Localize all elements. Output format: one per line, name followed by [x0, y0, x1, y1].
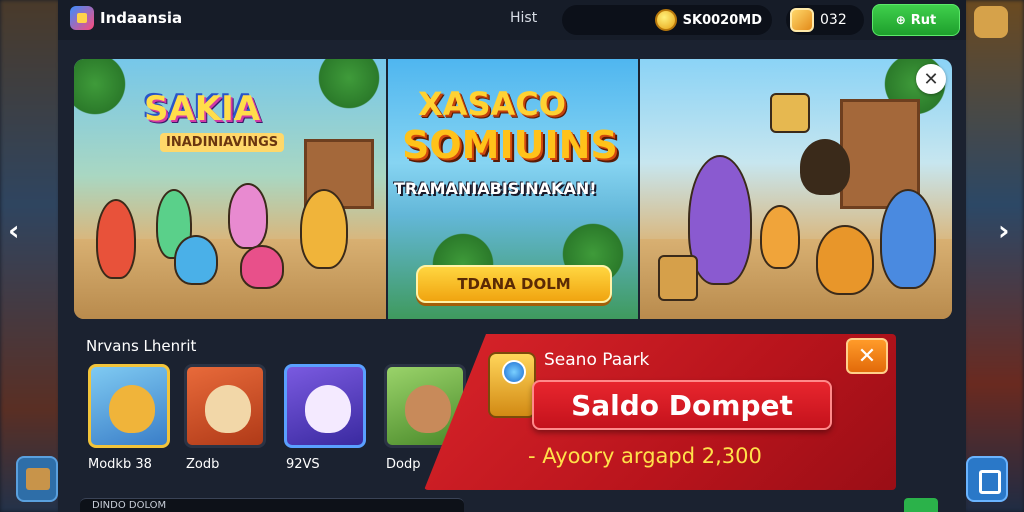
game-thumbnail — [205, 385, 251, 433]
side-clipboard-button[interactable] — [966, 456, 1008, 502]
popup-subtitle: - Ayoory argapd 2,300 — [528, 444, 762, 468]
trophy-icon — [488, 352, 536, 418]
coin-balance[interactable]: SK0020MD — [562, 5, 772, 35]
character — [760, 205, 800, 269]
bottom-bar-text: DINDO DOLOM — [92, 500, 167, 511]
wing-decoration — [592, 65, 632, 125]
popup-close-icon[interactable]: ✕ — [846, 338, 888, 374]
game-label: Modkb 38 — [88, 457, 152, 472]
brand-title: Indaansia — [100, 9, 183, 27]
popup-heading: Seano Paark — [544, 350, 650, 370]
game-thumbnail — [109, 385, 155, 433]
game-tile[interactable] — [88, 364, 170, 448]
popup-title[interactable]: Saldo Dompet — [532, 380, 832, 430]
topup-label: Rut — [910, 12, 937, 28]
palm-decoration — [74, 59, 130, 119]
banner-close-icon[interactable]: ✕ — [916, 64, 946, 94]
game-label: Dodp — [386, 457, 421, 472]
treasure-chest — [770, 93, 810, 133]
palm-decoration — [314, 59, 384, 113]
character — [96, 199, 136, 279]
history-link[interactable]: Hist — [510, 10, 537, 26]
bottom-bar[interactable]: DINDO DOLOM — [80, 498, 464, 512]
side-chest-button[interactable] — [16, 456, 58, 502]
panel1-subtitle: INADINIAVINGS — [160, 133, 285, 152]
treasure-chest — [658, 255, 698, 301]
character — [228, 183, 268, 249]
game-label: 92VS — [286, 457, 320, 472]
banner-panel-adventure[interactable] — [640, 59, 952, 319]
banner-panel-xasaco[interactable]: XASACO SOMIUINS TRAMANIABISINAKAN! TDANA… — [388, 59, 638, 319]
character — [880, 189, 936, 289]
panel2-title-top: XASACO — [418, 85, 566, 123]
character — [174, 235, 218, 285]
chevron-right-icon[interactable]: › — [998, 214, 1010, 247]
promo-banner[interactable]: SAKIA INADINIAVINGS XASACO SOMIUINS TRAM… — [74, 59, 952, 319]
game-label: Zodb — [186, 457, 220, 472]
banner-play-button[interactable]: TDANA DOLM — [416, 265, 612, 303]
gem-value: 032 — [820, 12, 847, 28]
background-right — [964, 0, 1024, 512]
brand-logo-icon — [70, 6, 94, 30]
character — [240, 245, 284, 289]
menu-icon[interactable] — [974, 6, 1008, 38]
panel2-title-main: SOMIUINS — [402, 123, 618, 167]
game-tile[interactable] — [184, 364, 266, 448]
brand[interactable]: Indaansia — [70, 6, 182, 30]
game-thumbnail — [305, 385, 351, 433]
chevron-left-icon[interactable]: ‹ — [8, 214, 20, 247]
coin-value: SK0020MD — [682, 12, 762, 28]
background-left — [0, 0, 60, 512]
header: Indaansia Hist SK0020MD 032 ⊕ Rut — [58, 0, 966, 40]
character — [816, 225, 874, 295]
banner-panel-sakia[interactable]: SAKIA INADINIAVINGS — [74, 59, 386, 319]
coin-icon — [654, 9, 677, 31]
topup-button[interactable]: ⊕ Rut — [872, 4, 960, 36]
bottom-green-button[interactable] — [904, 498, 938, 512]
game-tile[interactable] — [284, 364, 366, 448]
panel2-tagline: TRAMANIABISINAKAN! — [394, 179, 597, 198]
character — [300, 189, 348, 269]
games-section-title: Nrvans Lhenrit — [86, 337, 197, 355]
panel1-title: SAKIA — [144, 89, 261, 129]
gem-balance[interactable]: 032 — [786, 5, 864, 35]
plus-icon: ⊕ — [895, 13, 906, 27]
gem-icon — [790, 8, 814, 32]
game-thumbnail — [405, 385, 451, 433]
character — [800, 139, 850, 195]
